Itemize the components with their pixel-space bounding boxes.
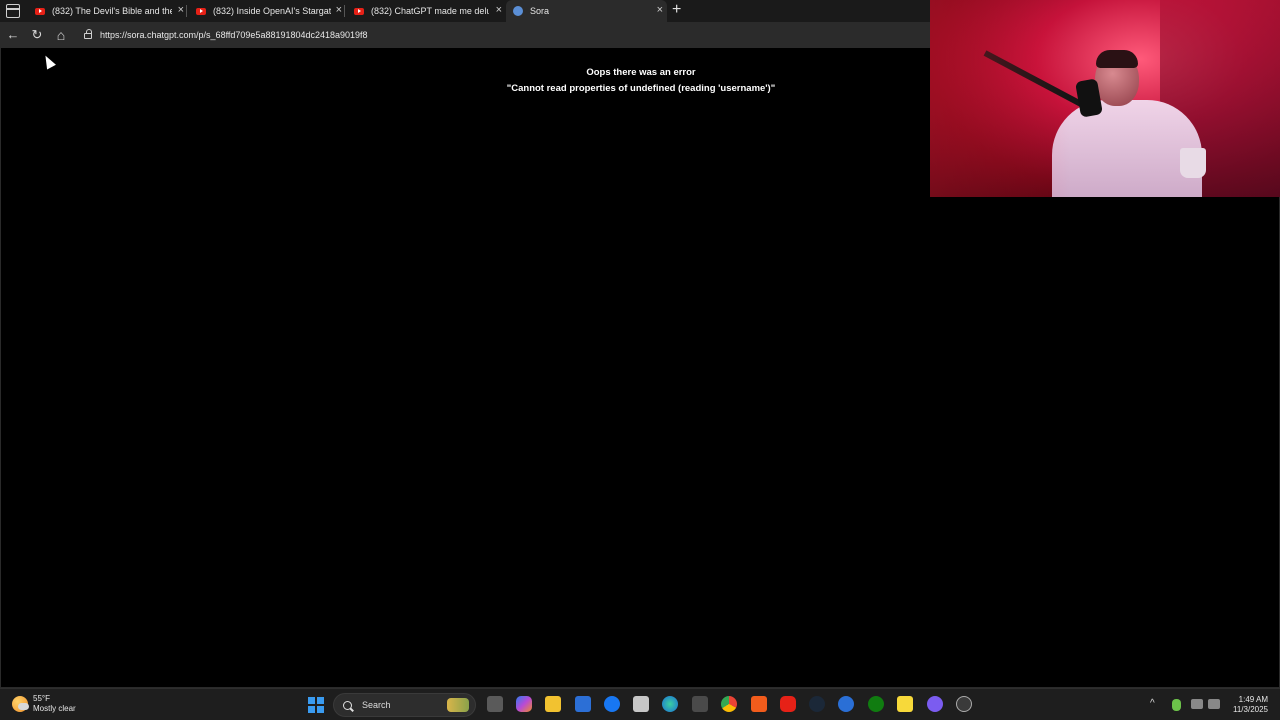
tab-stargate[interactable]: (832) Inside OpenAI's Stargate M ×	[186, 0, 346, 22]
windows-logo-tile	[316, 705, 324, 713]
calculator-icon[interactable]	[692, 696, 708, 712]
file-explorer-icon[interactable]	[545, 696, 561, 712]
tab-chatgpt-delusion[interactable]: (832) ChatGPT made me delusion ×	[344, 0, 506, 22]
edge-icon[interactable]	[662, 696, 678, 712]
reload-icon[interactable]: ↻	[29, 27, 45, 43]
volume-icon[interactable]	[1208, 699, 1220, 709]
facebook-icon[interactable]	[604, 696, 620, 712]
task-view-icon[interactable]	[487, 696, 503, 712]
tab-title: (832) The Devil's Bible and the N	[52, 6, 172, 16]
settings-gear-icon[interactable]	[838, 696, 854, 712]
system-clock[interactable]: 1:49 AM 11/3/2025	[1233, 695, 1268, 715]
chrome-icon[interactable]	[721, 696, 737, 712]
address-bar[interactable]: https://sora.chatgpt.com/p/s_68ffd709e5a…	[78, 25, 978, 45]
weather-text: 55°F Mostly clear	[33, 694, 76, 714]
youtube-icon[interactable]	[780, 696, 796, 712]
weather-widget[interactable]: 55°F Mostly clear	[12, 694, 76, 714]
start-button[interactable]	[308, 697, 324, 713]
tab-title: (832) Inside OpenAI's Stargate M	[213, 6, 331, 16]
search-label: Search	[362, 700, 391, 710]
adobe-icon[interactable]	[751, 696, 767, 712]
sticky-notes-icon[interactable]	[897, 696, 913, 712]
amazon-icon[interactable]	[633, 696, 649, 712]
tab-title: (832) ChatGPT made me delusion	[371, 6, 489, 16]
url-text[interactable]: https://sora.chatgpt.com/p/s_68ffd709e5a…	[100, 30, 368, 40]
back-icon[interactable]: ←	[5, 27, 21, 43]
tab-devils-bible[interactable]: (832) The Devil's Bible and the N ×	[26, 0, 188, 22]
clock-date: 11/3/2025	[1233, 705, 1268, 714]
new-tab-button[interactable]: +	[672, 1, 681, 19]
app-icon[interactable]	[956, 696, 972, 712]
tab-actions-icon[interactable]	[6, 4, 20, 18]
obs-icon[interactable]	[927, 696, 943, 712]
windows-logo-tile	[308, 705, 315, 713]
mic-tray-icon[interactable]	[1172, 699, 1181, 711]
steam-icon[interactable]	[809, 696, 825, 712]
close-tab-icon[interactable]: ×	[336, 4, 342, 16]
close-tab-icon[interactable]: ×	[496, 4, 502, 16]
lock-icon[interactable]	[84, 29, 92, 39]
partly-cloudy-icon	[12, 696, 29, 712]
close-tab-icon[interactable]: ×	[657, 4, 663, 16]
tab-sora[interactable]: Sora ×	[506, 0, 667, 22]
webcam-overlay	[930, 0, 1280, 197]
home-icon[interactable]: ⌂	[53, 27, 69, 43]
youtube-icon	[196, 7, 206, 15]
taskbar: 55°F Mostly clear Search ^ 1:49 AM 11/3/…	[0, 688, 1280, 720]
network-icon[interactable]	[1191, 699, 1203, 709]
youtube-icon	[35, 7, 45, 15]
tray-chevron-icon[interactable]: ^	[1150, 698, 1155, 710]
taskbar-search[interactable]: Search	[333, 693, 476, 717]
xbox-icon[interactable]	[868, 696, 884, 712]
weather-condition: Mostly clear	[33, 704, 76, 713]
sora-icon	[513, 6, 523, 16]
search-highlight-icon	[447, 698, 469, 712]
search-icon	[343, 700, 352, 710]
weather-temp: 55°F	[33, 694, 50, 703]
clock-time: 1:49 AM	[1238, 695, 1268, 704]
youtube-icon	[354, 7, 364, 15]
windows-logo-tile	[308, 697, 315, 704]
copilot-icon[interactable]	[516, 696, 532, 712]
windows-logo-tile	[316, 697, 324, 704]
microsoft-store-icon[interactable]	[575, 696, 591, 712]
close-tab-icon[interactable]: ×	[178, 4, 184, 16]
tab-title: Sora	[530, 6, 550, 16]
red-light-overlay	[930, 0, 1280, 197]
